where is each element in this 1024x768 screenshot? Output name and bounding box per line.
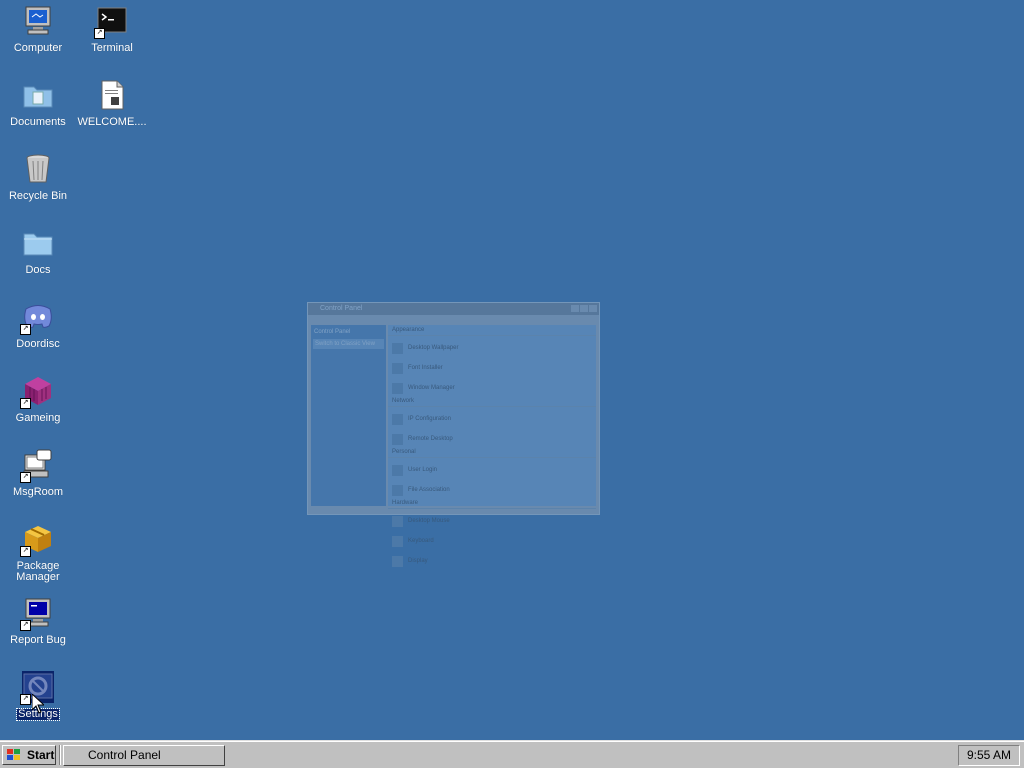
taskbar-separator [59, 745, 61, 765]
control-panel-item[interactable]: Keyboard [388, 533, 496, 549]
desktop-icon-computer[interactable]: Computer [1, 5, 75, 56]
desktop-icon-label: Terminal [91, 42, 133, 54]
desktop-icon-label: Recycle Bin [8, 190, 68, 202]
desktop-icon-package-manager[interactable]: ↗ Package Manager [1, 523, 75, 585]
control-panel-item[interactable]: Desktop Wallpaper [388, 340, 496, 356]
control-panel-item[interactable]: Remote Desktop [388, 431, 496, 447]
control-panel-sidebar: Control Panel Switch to Classic View [311, 325, 386, 506]
report-bug-icon: ↗ [20, 597, 54, 631]
folder-icon [22, 227, 54, 259]
desktop-icon-msgroom[interactable]: ↗ MsgRoom [1, 449, 75, 500]
desktop-icon-docs[interactable]: Docs [1, 227, 75, 278]
shortcut-arrow-icon: ↗ [20, 694, 31, 705]
desktop-icon-gameing[interactable]: ↗ Gameing [1, 375, 75, 426]
recycle-bin-icon [22, 153, 54, 185]
control-panel-item[interactable]: File Association [388, 482, 496, 498]
category-heading: Network [388, 396, 596, 407]
shortcut-arrow-icon: ↗ [20, 620, 31, 631]
control-panel-item[interactable]: Window Manager [388, 380, 496, 396]
desktop-icon-label: MsgRoom [12, 486, 64, 498]
shortcut-arrow-icon: ↗ [20, 324, 31, 335]
sidebar-heading: Control Panel [314, 329, 351, 335]
switch-view-link[interactable]: Switch to Classic View [313, 339, 384, 349]
clock-text: 9:55 AM [966, 748, 1012, 762]
desktop-icon-documents[interactable]: Documents [1, 79, 75, 130]
desktop-icon-recycle-bin[interactable]: Recycle Bin [1, 153, 75, 204]
desktop-icon-label: Report Bug [10, 634, 66, 646]
desktop-icon-label: Doordisc [16, 338, 60, 350]
control-panel-item[interactable]: User Login [388, 462, 496, 478]
category-heading: Hardware [388, 498, 596, 509]
control-panel-item[interactable]: IP Configuration [388, 411, 496, 427]
package-icon: ↗ [20, 523, 54, 557]
start-label: Start [27, 748, 55, 762]
shortcut-arrow-icon: ↗ [20, 472, 31, 483]
category-heading: Appearance [388, 325, 596, 336]
control-panel-item[interactable]: Font Installer [388, 360, 496, 376]
shortcut-arrow-icon: ↗ [20, 546, 31, 557]
desktop-icon-label: Computer [13, 42, 63, 54]
system-tray-clock[interactable]: 9:55 AM [958, 745, 1020, 766]
shortcut-arrow-icon: ↗ [20, 398, 31, 409]
desktop-icon-welcome[interactable]: WELCOME.... [75, 79, 149, 130]
control-panel-main: Appearance Desktop Wallpaper Font Install… [388, 325, 596, 567]
start-logo-icon [6, 748, 22, 762]
window-title: Control Panel [320, 305, 363, 312]
taskbar-button-control-panel[interactable]: Control Panel [63, 745, 225, 766]
task-label: Control Panel [88, 748, 161, 762]
window-titlebar[interactable]: Control Panel [308, 303, 599, 315]
text-document-icon [96, 79, 128, 111]
window-body: Control Panel Switch to Classic View App… [311, 325, 596, 567]
close-button[interactable] [589, 305, 597, 312]
doordisc-icon: ↗ [20, 301, 54, 335]
minimize-button[interactable] [571, 305, 579, 312]
shortcut-arrow-icon: ↗ [94, 28, 105, 39]
game-cube-icon: ↗ [20, 375, 54, 409]
terminal-icon: ↗ [94, 5, 128, 39]
desktop[interactable]: Computer ↗ Terminal Documents WELCOME...… [0, 0, 1024, 740]
start-button[interactable]: Start [2, 745, 56, 765]
control-panel-window[interactable]: Control Panel Control Panel Switch to Cl… [307, 302, 600, 567]
desktop-icon-terminal[interactable]: ↗ Terminal [75, 5, 149, 56]
window-menubar [308, 315, 599, 325]
desktop-icon-label: Docs [25, 264, 51, 276]
desktop-icon-label: Gameing [15, 412, 61, 424]
desktop-icon-doordisc[interactable]: ↗ Doordisc [1, 301, 75, 352]
control-panel-item[interactable]: Desktop Mouse [388, 513, 496, 529]
desktop-icon-label: Documents [10, 116, 66, 128]
desktop-icon-report-bug[interactable]: ↗ Report Bug [1, 597, 75, 648]
taskbar: Start Control Panel 9:55 AM [0, 740, 1024, 768]
desktop-icon-label: Package Manager [16, 560, 60, 583]
computer-icon [22, 5, 54, 37]
mouse-pointer-icon [31, 692, 46, 714]
msgroom-icon: ↗ [20, 449, 54, 483]
category-heading: Personal [388, 447, 596, 458]
control-panel-item[interactable]: Display [388, 553, 496, 569]
documents-folder-icon [22, 79, 54, 111]
desktop-icon-label: WELCOME.... [77, 116, 147, 128]
maximize-button[interactable] [580, 305, 588, 312]
